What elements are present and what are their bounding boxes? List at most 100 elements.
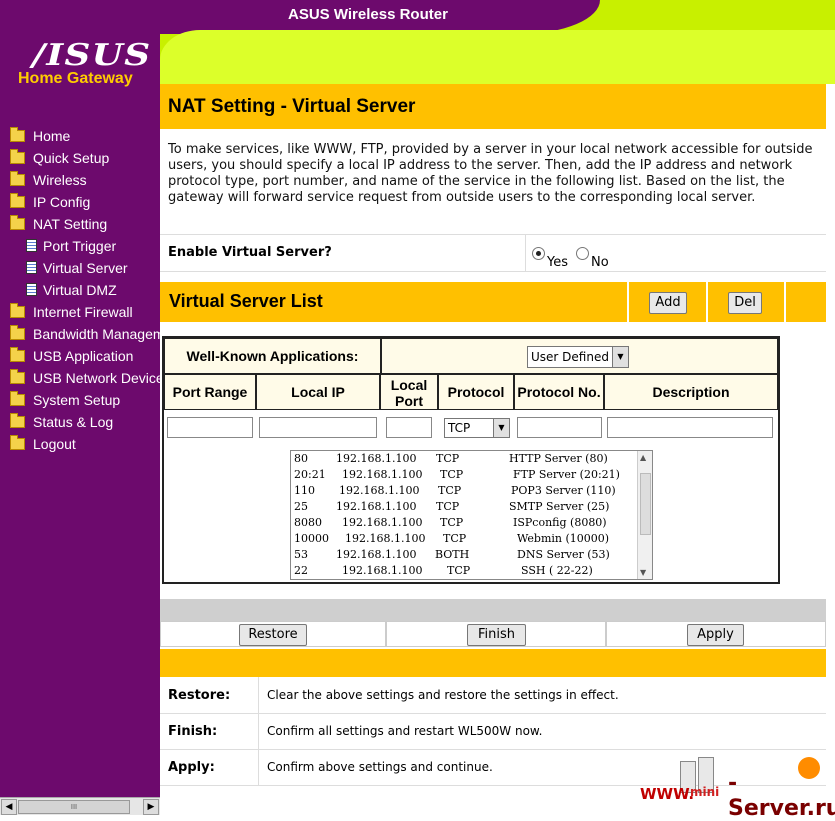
virtual-server-entries-listbox[interactable]: 80 192.168.1.100 TCP HTTP Server (80) 20… — [290, 450, 653, 580]
divider — [258, 749, 259, 785]
document-icon — [26, 261, 37, 274]
divider — [784, 282, 786, 322]
entry-description: FTP Server (20:21) — [513, 468, 620, 481]
column-header-port-range: Port Range — [164, 374, 256, 410]
sidebar-item-status-log[interactable]: Status & Log — [10, 411, 113, 433]
scroll-left-arrow-icon[interactable]: ◀ — [1, 799, 17, 815]
asus-logo: /ISUS — [32, 38, 152, 73]
sidebar-item-bandwidth-management[interactable]: Bandwidth Manageme — [10, 323, 160, 345]
apply-button[interactable]: Apply — [687, 624, 744, 646]
divider — [525, 235, 526, 271]
sidebar-item-label: Virtual Server — [43, 260, 128, 276]
open-folder-icon — [10, 215, 25, 230]
chevron-down-icon: ▼ — [612, 347, 628, 367]
folder-icon — [10, 127, 25, 142]
listbox-scrollbar[interactable]: ▲ ▼ — [637, 451, 652, 579]
column-header-description: Description — [604, 374, 778, 410]
entry-port: 110 — [294, 484, 315, 497]
help-row: Finish: Confirm all settings and restart… — [160, 713, 826, 750]
folder-icon — [10, 149, 25, 164]
sidebar-item-label: NAT Setting — [33, 216, 108, 232]
enable-virtual-server-row: Enable Virtual Server? Yes No — [160, 234, 826, 272]
select-value: User Defined — [531, 350, 609, 364]
finish-button[interactable]: Finish — [467, 624, 526, 646]
scroll-down-arrow-icon[interactable]: ▼ — [640, 568, 646, 577]
radio-yes[interactable] — [532, 247, 545, 260]
divider — [627, 282, 629, 322]
entry-ip: 192.168.1.100 — [339, 484, 420, 497]
scroll-thumb[interactable] — [640, 473, 651, 535]
sidebar-item-home[interactable]: Home — [10, 125, 70, 147]
add-button[interactable]: Add — [649, 292, 687, 314]
restore-button[interactable]: Restore — [239, 624, 307, 646]
input-row: TCP ▼ — [164, 410, 778, 446]
scroll-right-arrow-icon[interactable]: ▶ — [143, 799, 159, 815]
sidebar-item-quick-setup[interactable]: Quick Setup — [10, 147, 109, 169]
page-title: NAT Setting - Virtual Server — [160, 84, 826, 129]
action-cell: Finish — [386, 621, 606, 647]
banner-swoop — [160, 30, 835, 84]
sidebar-horizontal-scrollbar[interactable]: ◀ III ▶ — [0, 797, 160, 815]
entry-description: HTTP Server (80) — [509, 452, 608, 465]
sidebar-item-virtual-dmz[interactable]: Virtual DMZ — [26, 279, 117, 301]
well-known-applications-select[interactable]: User Defined ▼ — [527, 346, 629, 368]
sidebar-item-internet-firewall[interactable]: Internet Firewall — [10, 301, 133, 323]
entry-port: 25 — [294, 500, 308, 513]
divider — [706, 282, 708, 322]
entry-port: 20:21 — [294, 468, 326, 481]
home-gateway-label: Home Gateway — [18, 70, 133, 87]
sidebar-item-system-setup[interactable]: System Setup — [10, 389, 120, 411]
action-cell: Apply — [606, 621, 826, 647]
sidebar-item-label: IP Config — [33, 194, 91, 210]
entry-protocol: BOTH — [435, 548, 470, 561]
radio-no[interactable] — [576, 247, 589, 260]
sidebar-item-ip-config[interactable]: IP Config — [10, 191, 90, 213]
local-port-input[interactable] — [386, 417, 432, 438]
sidebar-item-label: Status & Log — [33, 414, 114, 430]
watermark-server: -Server.ru — [728, 771, 835, 821]
banner-title: ASUS Wireless Router — [288, 6, 448, 23]
action-cell: Restore — [160, 621, 386, 647]
help-text: Confirm all settings and restart WL500W … — [267, 724, 543, 738]
local-ip-input[interactable] — [259, 417, 377, 438]
document-icon — [26, 283, 37, 296]
entry-protocol: TCP — [436, 500, 460, 513]
sidebar-item-label: Quick Setup — [33, 150, 110, 166]
description-input[interactable] — [607, 417, 773, 438]
protocol-select[interactable]: TCP ▼ — [444, 418, 510, 438]
entry-protocol: TCP — [438, 484, 462, 497]
protocol-no-input[interactable] — [517, 417, 602, 438]
port-range-input[interactable] — [167, 417, 253, 438]
page-description: To make services, like WWW, FTP, provide… — [168, 142, 813, 205]
watermark-www: WWW. — [640, 785, 695, 803]
entry-ip: 192.168.1.100 — [336, 452, 417, 465]
well-known-applications-label: Well-Known Applications: — [164, 338, 381, 374]
folder-icon — [10, 325, 25, 340]
folder-icon — [10, 193, 25, 208]
sidebar-item-usb-application[interactable]: USB Application — [10, 345, 133, 367]
well-known-applications-cell: User Defined ▼ — [381, 338, 778, 374]
folder-icon — [10, 347, 25, 362]
sidebar-item-port-trigger[interactable]: Port Trigger — [26, 235, 116, 257]
virtual-server-list-title: Virtual Server List — [169, 291, 323, 311]
sidebar-item-wireless[interactable]: Wireless — [10, 169, 87, 191]
folder-icon — [10, 171, 25, 186]
entry-port: 53 — [294, 548, 308, 561]
scroll-thumb[interactable]: III — [18, 800, 130, 814]
folder-icon — [10, 413, 25, 428]
divider — [258, 677, 259, 713]
del-button[interactable]: Del — [728, 292, 762, 314]
watermark-logo: WWW. mini -Server.ru — [640, 755, 835, 821]
entry-ip: 192.168.1.100 — [342, 564, 423, 577]
sidebar-item-nat-setting[interactable]: NAT Setting — [10, 213, 107, 235]
sidebar-item-label: USB Application — [33, 348, 134, 364]
entry-ip: 192.168.1.100 — [336, 500, 417, 513]
sidebar-item-usb-network-devices[interactable]: USB Network Devices — [10, 367, 160, 389]
sidebar-item-label: USB Network Devices — [33, 370, 160, 386]
entry-description: DNS Server (53) — [517, 548, 610, 561]
sidebar-item-virtual-server[interactable]: Virtual Server — [26, 257, 128, 279]
help-key: Finish: — [168, 724, 218, 739]
sidebar-item-logout[interactable]: Logout — [10, 433, 76, 455]
scroll-up-arrow-icon[interactable]: ▲ — [640, 453, 646, 462]
entry-protocol: TCP — [440, 516, 464, 529]
